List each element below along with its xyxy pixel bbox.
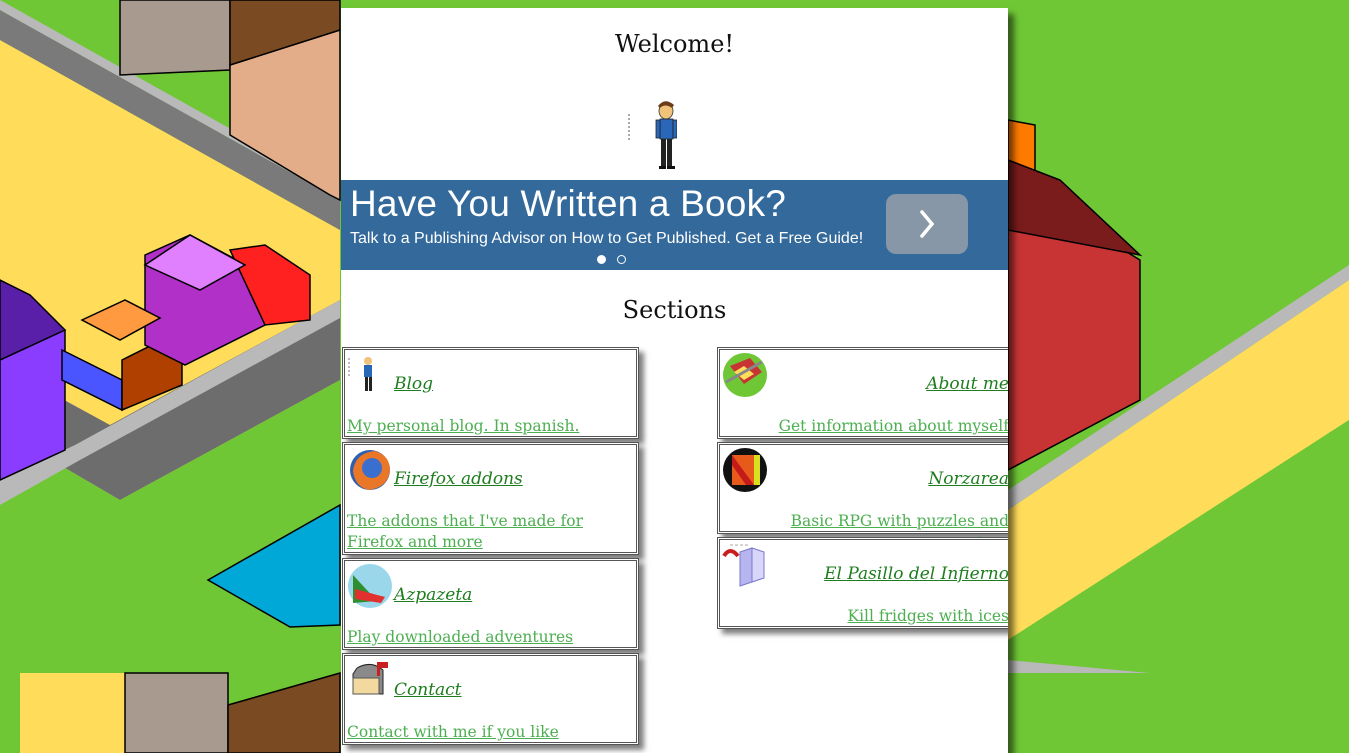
firefox-icon: [347, 447, 393, 493]
section-link-about[interactable]: About me: [926, 374, 1008, 394]
mailbox-icon: [347, 658, 393, 704]
section-card-contact[interactable]: Contact Contact with me if you like: [342, 653, 639, 745]
ad-title[interactable]: Have You Written a Book?: [350, 183, 786, 225]
section-link-pasillo[interactable]: El Pasillo del Infierno: [824, 564, 1008, 584]
fridge-icon: [722, 542, 768, 588]
section-link-blog[interactable]: Blog: [394, 374, 433, 394]
welcome-heading: Welcome!: [614, 30, 735, 58]
section-desc-pasillo[interactable]: Kill fridges with ices: [847, 606, 1008, 627]
section-link-firefox[interactable]: Firefox addons: [394, 469, 523, 489]
ad-next-button[interactable]: [886, 194, 968, 254]
ad-dot-1[interactable]: [597, 255, 606, 264]
section-link-contact[interactable]: Contact: [394, 680, 462, 700]
azpazeta-icon: [347, 563, 393, 609]
section-link-norzarea[interactable]: Norzarea: [928, 469, 1008, 489]
section-desc-azpazeta[interactable]: Play downloaded adventures: [347, 627, 573, 648]
section-card-blog[interactable]: Blog My personal blog. In spanish.: [342, 347, 639, 439]
ad-banner[interactable]: Have You Written a Book? Talk to a Publi…: [341, 180, 1008, 270]
chevron-right-icon: [920, 210, 935, 238]
section-card-azpazeta[interactable]: Azpazeta Play downloaded adventures: [342, 558, 639, 650]
section-card-firefox[interactable]: Firefox addons The addons that I've made…: [342, 442, 639, 555]
section-desc-firefox[interactable]: The addons that I've made for Firefox an…: [347, 511, 636, 553]
section-desc-about[interactable]: Get information about myself: [779, 416, 1008, 437]
sections-heading: Sections: [622, 296, 727, 324]
section-link-azpazeta[interactable]: Azpazeta: [394, 585, 472, 605]
ad-dot-2[interactable]: [617, 255, 626, 264]
avatar-icon: [347, 352, 393, 398]
ad-subtitle[interactable]: Talk to a Publishing Advisor on How to G…: [350, 230, 863, 248]
avatar-icon: [627, 94, 678, 184]
city-map-icon: [722, 352, 768, 398]
section-desc-contact[interactable]: Contact with me if you like: [347, 722, 559, 743]
section-card-norzarea[interactable]: Norzarea Basic RPG with puzzles and mons…: [717, 442, 1008, 551]
section-card-pasillo[interactable]: El Pasillo del Infierno Kill fridges wit…: [717, 537, 1008, 629]
main-card: Welcome! Have You Written a Book? Talk t…: [341, 8, 1008, 753]
section-card-about[interactable]: About me Get information about myself: [717, 347, 1008, 439]
section-desc-blog[interactable]: My personal blog. In spanish.: [347, 416, 579, 437]
norzarea-icon: [722, 447, 768, 493]
